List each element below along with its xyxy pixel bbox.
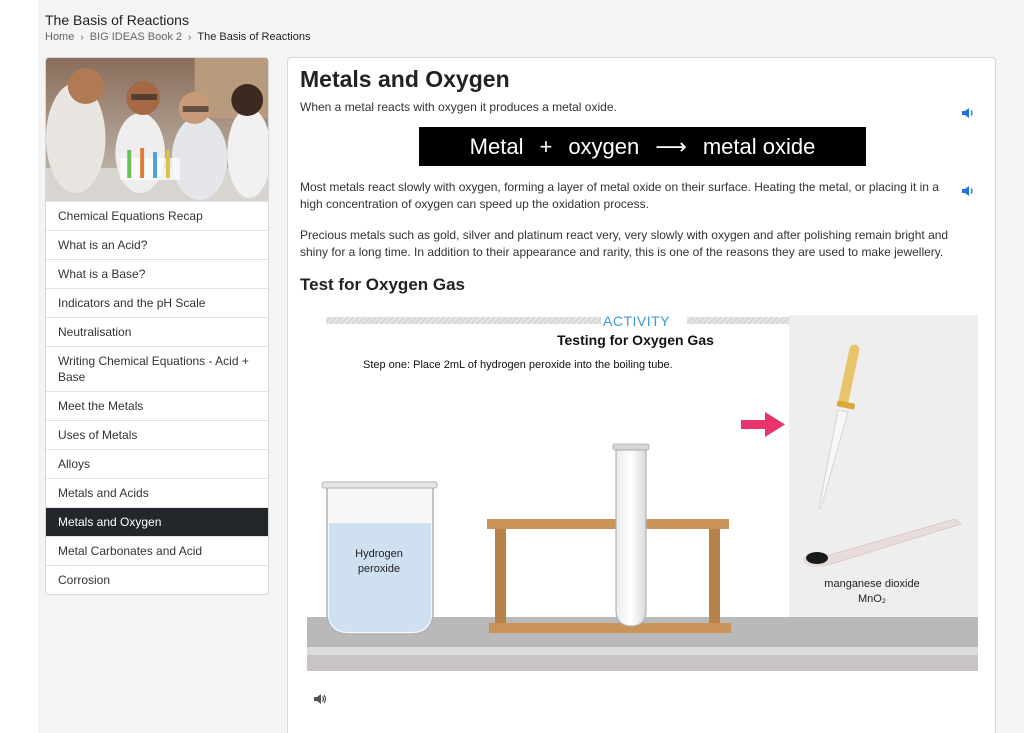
activity-title: Testing for Oxygen Gas (557, 332, 714, 348)
students-lab-photo (46, 58, 268, 201)
audio-play-icon[interactable] (313, 692, 327, 706)
sidebar-item-writing-chemical-equations[interactable]: Writing Chemical Equations - Acid + Base (46, 346, 268, 391)
beaker-label: Hydrogen peroxide (344, 547, 414, 577)
manganese-dioxide-formula: MnO₂ (857, 593, 887, 605)
precious-metals-paragraph: Precious metals such as gold, silver and… (300, 228, 949, 259)
sidebar-item-chemical-equations-recap[interactable]: Chemical Equations Recap (46, 201, 268, 230)
manganese-dioxide-name: manganese dioxide (824, 578, 920, 590)
sidebar-item-meet-the-metals[interactable]: Meet the Metals (46, 391, 268, 420)
breadcrumb-book[interactable]: BIG IDEAS Book 2 (90, 31, 182, 43)
lab-bench-edge (307, 647, 978, 655)
boiling-tube-icon[interactable] (612, 443, 650, 627)
oxidation-paragraph: Most metals react slowly with oxygen, fo… (300, 180, 939, 211)
manganese-dioxide-label: manganese dioxide MnO₂ (812, 577, 932, 607)
chevron-right-icon: › (188, 31, 192, 43)
sidebar-item-metal-carbonates-and-acid[interactable]: Metal Carbonates and Acid (46, 536, 268, 565)
word-equation: Metal + oxygen ⟶ metal oxide (419, 127, 866, 166)
activity-banner-left (326, 317, 601, 324)
equation-plus: + (539, 133, 553, 159)
sidebar-item-metals-and-acids[interactable]: Metals and Acids (46, 478, 268, 507)
sidebar-item-neutralisation[interactable]: Neutralisation (46, 317, 268, 346)
test-tube-rack (487, 519, 731, 633)
sidebar-item-corrosion[interactable]: Corrosion (46, 565, 268, 594)
pink-arrow-icon (741, 412, 785, 437)
breadcrumb-current: The Basis of Reactions (197, 31, 311, 43)
main-content: Metals and Oxygen When a metal reacts wi… (287, 57, 996, 733)
activity-step-text: Step one: Place 2mL of hydrogen peroxide… (363, 359, 673, 371)
beaker-label-line1: Hydrogen (355, 548, 403, 560)
equation-metal-oxide: metal oxide (702, 133, 816, 159)
breadcrumb-home[interactable]: Home (45, 31, 74, 43)
arrow-right-icon: ⟶ (655, 133, 687, 159)
sidebar-item-uses-of-metals[interactable]: Uses of Metals (46, 420, 268, 449)
activity-label: ACTIVITY (603, 313, 671, 329)
subsection-title: Test for Oxygen Gas (300, 275, 466, 294)
sidebar-item-alloys[interactable]: Alloys (46, 449, 268, 478)
page-header: The Basis of Reactions Home › BIG IDEAS … (45, 12, 310, 43)
sidebar-item-indicators-ph-scale[interactable]: Indicators and the pH Scale (46, 288, 268, 317)
intro-text: When a metal reacts with oxygen it produ… (300, 100, 617, 114)
lab-bench-front (307, 655, 978, 671)
equation-oxygen: oxygen (568, 133, 640, 159)
breadcrumb: Home › BIG IDEAS Book 2 › The Basis of R… (45, 31, 310, 43)
sidebar: Chemical Equations Recap What is an Acid… (45, 57, 269, 595)
sidebar-item-what-is-an-acid[interactable]: What is an Acid? (46, 230, 268, 259)
beaker-label-line2: peroxide (357, 563, 401, 575)
sidebar-item-what-is-a-base[interactable]: What is a Base? (46, 259, 268, 288)
page-title: The Basis of Reactions (45, 12, 189, 28)
sidebar-item-metals-and-oxygen[interactable]: Metals and Oxygen (46, 507, 268, 536)
chevron-right-icon: › (80, 31, 84, 43)
section-title: Metals and Oxygen (300, 66, 510, 92)
equation-metal: Metal (469, 133, 524, 159)
speaker-icon[interactable] (961, 106, 975, 120)
activity-panel[interactable]: ACTIVITY Testing for Oxygen Gas Step one… (307, 312, 978, 674)
speaker-icon[interactable] (961, 184, 975, 198)
